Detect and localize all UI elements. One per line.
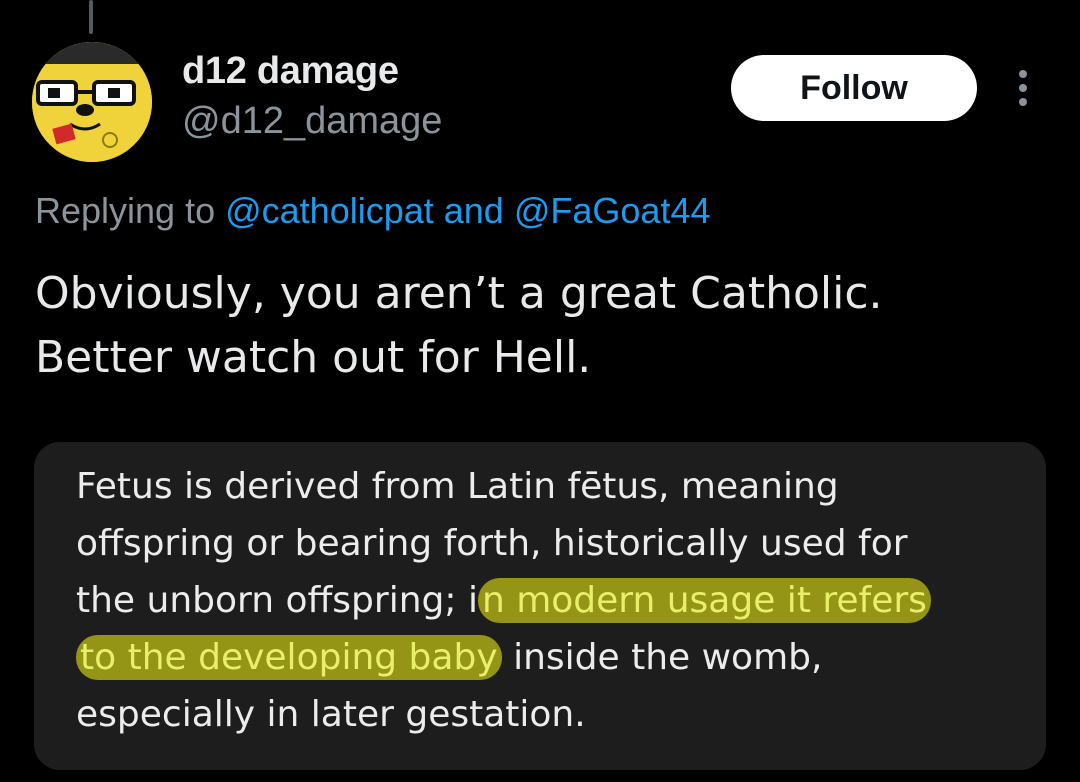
quote-line: to the developing baby inside the womb, [76,629,1036,686]
quote-plain-text: the unborn offspring; i [76,580,478,621]
avatar-cartoon-dog-icon [32,42,152,162]
quote-line: especially in later gestation. [76,694,586,735]
highlighted-text: n modern usage it refers [477,578,931,623]
avatar[interactable] [32,42,152,162]
quote-line: Fetus is derived from Latin fētus, meani… [76,466,839,507]
mention-link[interactable]: @catholicpat [225,190,434,231]
follow-button[interactable]: Follow [731,55,977,121]
more-vertical-icon [1019,70,1027,106]
author-handle[interactable]: @d12_damage [182,100,442,143]
highlighted-text: to the developing baby [76,635,502,680]
tweet-line: Better watch out for Hell. [35,332,592,383]
tweet-body: Obviously, you aren’t a great Catholic. … [35,262,1035,390]
more-options-button[interactable] [1008,68,1038,112]
quote-line: offspring or bearing forth, historically… [76,523,908,564]
replying-to-line: Replying to @catholicpat and @FaGoat44 [35,190,711,232]
and-conjunction: and [433,190,514,231]
replying-to-label: Replying to [35,190,226,231]
quote-line: the unborn offspring; in modern usage it… [76,572,1036,629]
author-display-name[interactable]: d12 damage [182,50,399,93]
thread-connector-line [89,0,93,34]
quote-plain-text: inside the womb, [501,637,823,678]
quoted-definition-text: Fetus is derived from Latin fētus, meani… [76,458,1036,743]
tweet-line: Obviously, you aren’t a great Catholic. [35,268,883,319]
mention-link[interactable]: @FaGoat44 [514,190,711,231]
